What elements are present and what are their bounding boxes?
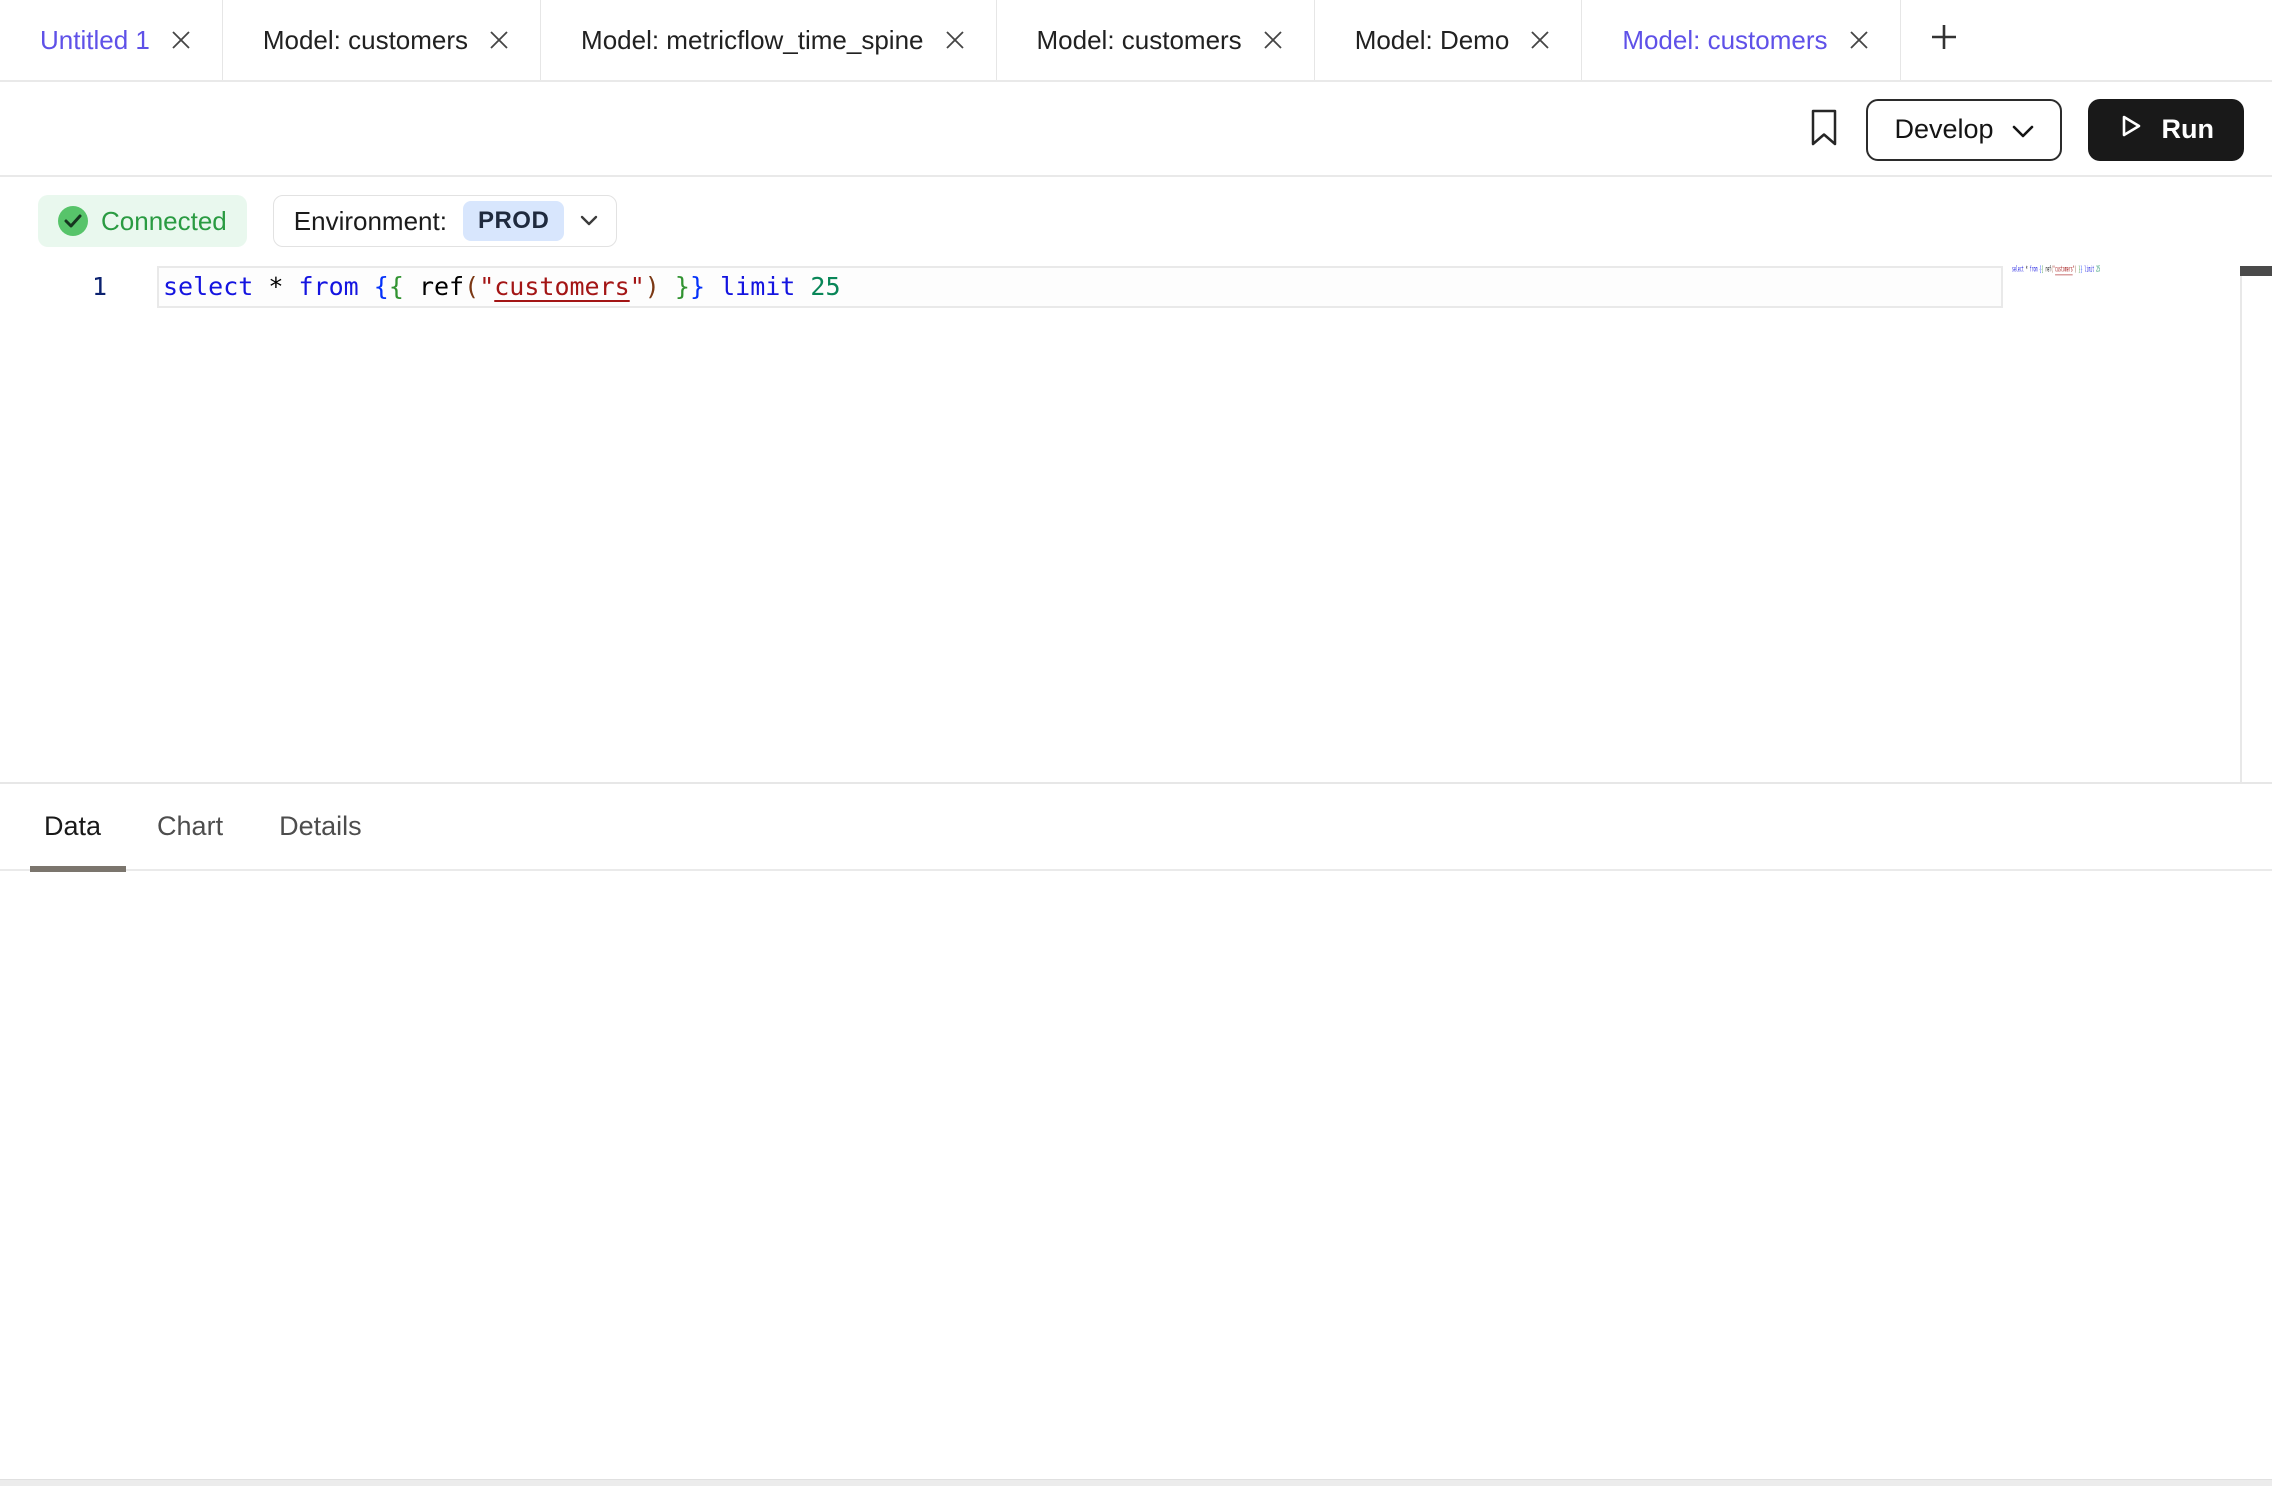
environment-selector[interactable]: Environment: PROD: [273, 195, 618, 247]
develop-label: Develop: [1894, 114, 1993, 145]
tab-data[interactable]: Data: [44, 811, 101, 842]
tab-untitled-1[interactable]: Untitled 1: [0, 0, 223, 80]
tab-model-demo[interactable]: Model: Demo: [1315, 0, 1583, 80]
new-tab-button[interactable]: [1901, 0, 1977, 80]
editor-tab-bar: Untitled 1 Model: customers Model: metri…: [0, 0, 2272, 82]
minimap-code-line: select * from {{ ref("customers") }} lim…: [2012, 265, 2067, 274]
bottom-scroll-track: [0, 1479, 2272, 1486]
close-icon[interactable]: [170, 29, 192, 51]
check-circle-icon: [58, 206, 88, 236]
play-icon: [2118, 112, 2144, 147]
overview-ruler: [2240, 268, 2242, 782]
tab-details[interactable]: Details: [279, 811, 362, 842]
tab-model-customers-2[interactable]: Model: customers: [997, 0, 1315, 80]
editor-status-row: Connected Environment: PROD: [38, 195, 617, 247]
connection-status-label: Connected: [101, 206, 227, 237]
tab-label: Model: Demo: [1355, 25, 1510, 56]
chevron-down-icon: [580, 214, 598, 229]
chevron-down-icon: [2012, 114, 2034, 145]
run-button[interactable]: Run: [2088, 99, 2244, 161]
tab-label: Model: metricflow_time_spine: [581, 25, 923, 56]
close-icon[interactable]: [488, 29, 510, 51]
close-icon[interactable]: [1848, 29, 1870, 51]
tab-model-customers-3[interactable]: Model: customers: [1582, 0, 1900, 80]
scrollbar-cursor-marker: [2240, 266, 2272, 276]
close-icon[interactable]: [944, 29, 966, 51]
tab-chart[interactable]: Chart: [157, 811, 223, 842]
tab-model-metricflow-time-spine[interactable]: Model: metricflow_time_spine: [541, 0, 996, 80]
bookmark-icon: [1808, 108, 1840, 151]
run-label: Run: [2162, 114, 2214, 145]
plus-icon: [1929, 22, 1959, 59]
tab-label: Model: customers: [1037, 25, 1242, 56]
sql-code-line[interactable]: select * from {{ ref("customers") }} lim…: [163, 266, 841, 308]
results-panel: Data Chart Details i Input query to run …: [0, 782, 2272, 1479]
editor-toolbar: Develop Run: [0, 84, 2272, 177]
close-icon[interactable]: [1262, 29, 1284, 51]
results-tab-bar: Data Chart Details: [0, 784, 2272, 871]
minimap[interactable]: select * from {{ ref("customers") }} lim…: [2012, 265, 2232, 305]
sql-editor-pane: Connected Environment: PROD 1 select * f…: [0, 179, 2272, 782]
tab-model-customers-1[interactable]: Model: customers: [223, 0, 541, 80]
environment-label: Environment:: [294, 206, 447, 237]
tab-label: Model: customers: [263, 25, 468, 56]
active-tab-indicator: [30, 866, 126, 872]
develop-dropdown-button[interactable]: Develop: [1866, 99, 2061, 161]
close-icon[interactable]: [1529, 29, 1551, 51]
tab-label: Model: customers: [1622, 25, 1827, 56]
connection-status-badge: Connected: [38, 195, 247, 247]
ide-window: Untitled 1 Model: customers Model: metri…: [0, 0, 2272, 1486]
tab-label: Untitled 1: [40, 25, 150, 56]
bookmark-button[interactable]: [1808, 108, 1840, 151]
environment-value-badge: PROD: [463, 201, 564, 241]
line-number: 1: [0, 266, 107, 308]
